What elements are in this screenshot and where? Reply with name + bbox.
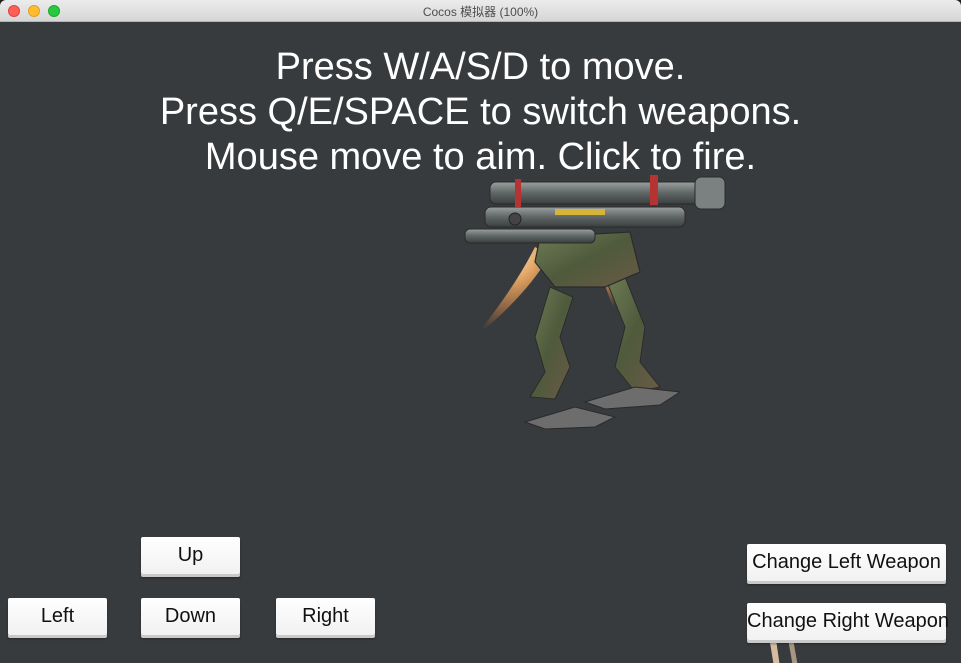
instruction-move: Press W/A/S/D to move. — [275, 46, 686, 88]
right-button[interactable]: Right — [276, 598, 375, 635]
left-button[interactable]: Left — [8, 598, 107, 635]
window-title: Cocos 模拟器 (100%) — [422, 5, 539, 19]
simulator-window: Cocos 模拟器 (100%) Press W/A/S/D to move. … — [0, 0, 961, 663]
up-button[interactable]: Up — [141, 537, 240, 574]
down-button[interactable]: Down — [141, 598, 240, 635]
game-viewport[interactable]: Press W/A/S/D to move. Press Q/E/SPACE t… — [0, 22, 961, 663]
instruction-switch-weapons: Press Q/E/SPACE to switch weapons. — [159, 91, 802, 133]
instructions-text: Press W/A/S/D to move. Press Q/E/SPACE t… — [0, 45, 961, 180]
change-left-weapon-button[interactable]: Change Left Weapon — [747, 544, 946, 581]
mech-robot-sprite — [464, 175, 726, 430]
change-right-weapon-button[interactable]: Change Right Weapon — [747, 603, 949, 640]
title-bar: Cocos 模拟器 (100%) — [0, 0, 961, 22]
instruction-aim-fire: Mouse move to aim. Click to fire. — [204, 136, 757, 178]
